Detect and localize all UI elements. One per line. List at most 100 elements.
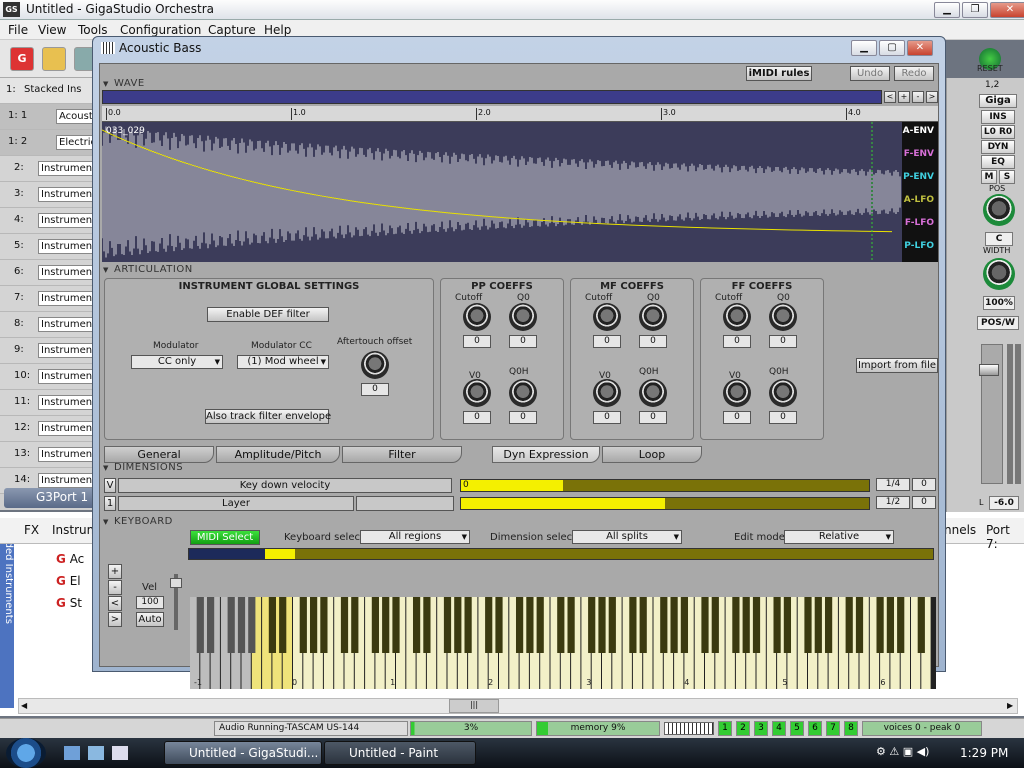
list-item[interactable]: 6: Instruments [0,260,98,286]
dyn-button[interactable]: DYN [981,140,1015,154]
black-key[interactable] [196,597,204,653]
tab-fx[interactable]: FX [24,523,39,537]
show-desktop-icon[interactable] [64,746,80,760]
black-key[interactable] [557,597,565,653]
enable-def-filter-button[interactable]: Enable DEF filter [207,307,329,322]
coeff-value[interactable]: 0 [639,411,667,424]
black-key[interactable] [567,597,575,653]
eq-button[interactable]: EQ [981,155,1015,169]
tab-dyn-expression[interactable]: Dyn Expression [492,446,600,463]
articulation-section-header[interactable]: ARTICULATION [100,264,940,277]
list-item[interactable]: 1: 1 Acoust [0,104,96,130]
black-key[interactable] [536,597,544,653]
keyboard-select[interactable]: All regions [360,530,470,544]
black-key[interactable] [485,597,493,653]
explorer-icon[interactable] [88,746,104,760]
black-key[interactable] [670,597,678,653]
volume-fader-handle[interactable] [979,364,999,376]
start-button-icon[interactable] [6,738,46,768]
new-instrument-icon[interactable]: G [10,47,34,71]
width-knob[interactable] [983,258,1015,290]
coeff-value[interactable]: 0 [509,335,537,348]
editor-maximize-button[interactable]: ▢ [879,40,905,56]
list-item[interactable]: 8: Instruments [0,312,98,338]
menu-help[interactable]: Help [264,23,291,37]
coeff-value[interactable]: 0 [509,411,537,424]
coeff-knob[interactable] [639,379,667,407]
list-item[interactable]: 5: Instruments [0,234,98,260]
envelope-label[interactable]: P-LFO [904,241,934,251]
coeff-value[interactable]: 0 [463,411,491,424]
tab-port7[interactable]: Port 7: [986,523,1024,551]
scroll-thumb[interactable]: ||| [449,699,499,713]
coeff-knob[interactable] [463,303,491,331]
envelope-label[interactable]: A-ENV [903,126,934,136]
velocity-slider-handle[interactable] [170,578,182,588]
black-key[interactable] [876,597,884,653]
black-key[interactable] [454,597,462,653]
giga-button[interactable]: Giga [979,94,1017,108]
coeff-knob[interactable] [593,303,621,331]
black-key[interactable] [598,597,606,653]
black-key[interactable] [340,597,349,653]
dimension-name[interactable]: Key down velocity [118,478,452,493]
black-key[interactable] [824,597,833,653]
coeff-knob[interactable] [509,379,537,407]
black-key[interactable] [639,597,647,653]
dimension-split-bar[interactable] [460,497,870,510]
black-key[interactable] [588,597,596,653]
modulator-select[interactable]: CC only [131,355,223,369]
open-folder-icon[interactable] [42,47,66,71]
scroll-right-icon[interactable]: ▶ [1007,701,1013,710]
velocity-value[interactable]: 100 [136,596,164,609]
envelope-label[interactable]: A-LFO [904,195,934,205]
black-key[interactable] [351,597,359,653]
coeff-value[interactable]: 0 [593,411,621,424]
black-key[interactable] [392,597,400,653]
import-from-file-button[interactable]: Import from file [856,358,938,373]
black-key[interactable] [526,597,534,653]
coeff-knob[interactable] [769,303,797,331]
black-key[interactable] [701,597,709,653]
coeff-knob[interactable] [723,379,751,407]
black-key[interactable] [608,597,616,653]
coeff-value[interactable]: 0 [769,411,797,424]
minimize-button[interactable]: ▁ [934,2,960,18]
tab-loop[interactable]: Loop [602,446,702,463]
black-key[interactable] [299,597,307,653]
tab-amplitude-pitch[interactable]: Amplitude/Pitch [216,446,340,463]
editor-close-button[interactable]: ✕ [907,40,933,56]
black-key[interactable] [732,597,740,653]
task-paint[interactable]: Untitled - Paint [324,741,476,765]
list-item[interactable]: 2: Instruments [0,156,98,182]
scroll-left-button[interactable]: < [108,596,122,611]
list-item[interactable]: 1: 2 Electric [0,130,96,156]
editor-minimize-button[interactable]: ▁ [851,40,877,56]
tab-general[interactable]: General [104,446,214,463]
black-key[interactable] [371,597,380,653]
coeff-knob[interactable] [509,303,537,331]
black-key[interactable] [629,597,637,653]
tray-icons[interactable]: ⚙ ⚠ ▣ ◀) [876,745,946,761]
modulator-cc-select[interactable]: (1) Mod wheel [237,355,329,369]
black-key[interactable] [711,597,719,653]
also-track-filter-envelope-button[interactable]: Also track filter envelope [205,409,331,424]
black-key[interactable] [773,597,781,653]
coeff-value[interactable]: 0 [723,335,751,348]
dimension-split-bar[interactable]: 0 [460,479,870,492]
coeff-knob[interactable] [769,379,797,407]
aftertouch-value[interactable]: 0 [361,383,389,396]
list-item[interactable]: G El [56,570,84,592]
coeff-knob[interactable] [593,379,621,407]
close-button[interactable]: ✕ [990,2,1024,18]
black-key[interactable] [237,597,246,653]
menu-tools[interactable]: Tools [78,23,108,37]
pos-knob[interactable] [983,194,1015,226]
menu-capture[interactable]: Capture [208,23,256,37]
task-gigastudio[interactable]: Untitled - GigaStudi... [164,741,322,765]
dimensions-section-header[interactable]: DIMENSIONS [100,462,940,475]
imidi-rules-button[interactable]: iMIDI rules [746,66,812,81]
aftertouch-knob[interactable] [361,351,389,379]
midi-select-button[interactable]: MIDI Select [190,530,260,545]
dimension-name[interactable]: Layer [118,496,354,511]
